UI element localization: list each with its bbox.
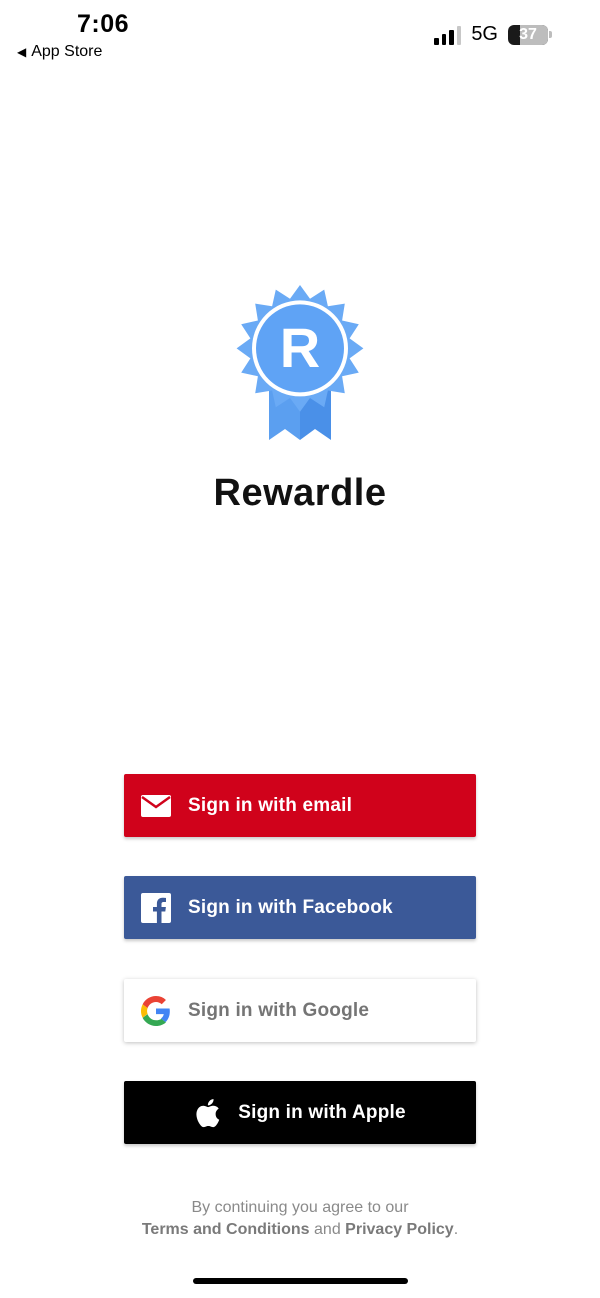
app-name: Rewardle <box>213 472 387 514</box>
sign-in-facebook-label: Sign in with Facebook <box>188 896 393 918</box>
apple-icon <box>194 1098 220 1128</box>
sign-in-facebook-button[interactable]: Sign in with Facebook <box>124 876 476 939</box>
envelope-icon <box>141 791 171 821</box>
legal-and: and <box>314 1221 341 1238</box>
sign-in-google-button[interactable]: Sign in with Google <box>124 979 476 1042</box>
sign-in-email-label: Sign in with email <box>188 794 353 816</box>
back-label: App Store <box>31 43 103 60</box>
sign-in-apple-button[interactable]: Sign in with Apple <box>124 1081 476 1144</box>
sign-in-google-label: Sign in with Google <box>188 999 370 1021</box>
status-time: 7:06 <box>77 10 130 38</box>
screen: 7:06 ◀ App Store 5G 37 R Rewardle Sign i… <box>0 0 600 1298</box>
award-badge-icon: R <box>236 285 364 440</box>
legal-suffix: . <box>453 1221 459 1238</box>
privacy-link[interactable]: Privacy Policy <box>345 1221 454 1238</box>
svg-text:R: R <box>280 316 320 379</box>
back-arrow-icon: ◀ <box>17 45 27 59</box>
sign-in-email-button[interactable]: Sign in with email <box>124 774 476 837</box>
app-logo: R <box>227 283 373 443</box>
facebook-icon <box>141 893 171 923</box>
legal-notice: By continuing you agree to our Terms and… <box>0 1197 600 1241</box>
back-to-app-store[interactable]: ◀ App Store <box>17 43 102 61</box>
network-type: 5G <box>471 23 498 45</box>
battery-icon: 37 <box>508 24 548 45</box>
status-indicators: 5G 37 <box>434 23 552 46</box>
terms-link[interactable]: Terms and Conditions <box>142 1221 310 1238</box>
home-indicator[interactable] <box>193 1278 408 1284</box>
sign-in-apple-label: Sign in with Apple <box>238 1101 406 1123</box>
google-icon <box>141 996 171 1026</box>
legal-prefix: By continuing you agree to our <box>191 1199 409 1216</box>
battery-level: 37 <box>519 25 537 43</box>
cellular-signal-icon <box>434 25 462 45</box>
